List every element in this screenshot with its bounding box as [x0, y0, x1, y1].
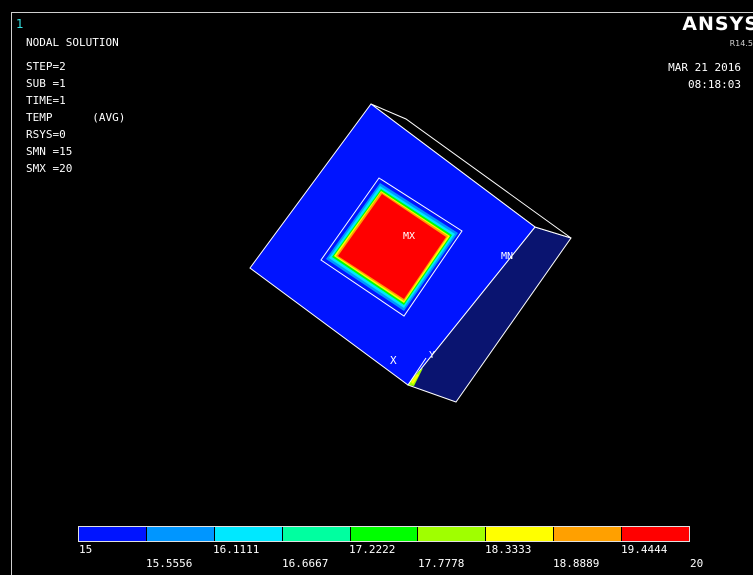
model-viewport[interactable]: MX MN X Y: [0, 0, 753, 575]
legend-tick-label: 19.4444: [621, 543, 668, 556]
legend-tick-label: 20: [690, 557, 704, 570]
legend-color-band-9: [622, 527, 690, 541]
legend-color-band-8: [554, 527, 623, 541]
legend-color-band-6: [418, 527, 487, 541]
legend-color-band-3: [214, 527, 283, 541]
contour-legend-bar: [78, 526, 690, 542]
legend-color-band-5: [350, 527, 419, 541]
legend-tick-label: 17.2222: [349, 543, 396, 556]
legend-tick-label: 15: [79, 543, 93, 556]
legend-tick-label: 15.5556: [146, 557, 193, 570]
legend-color-band-2: [146, 527, 215, 541]
min-marker-label: MN: [501, 251, 513, 262]
triad-y-label: Y: [429, 350, 435, 361]
legend-color-band-1: [79, 527, 147, 541]
legend-tick-label: 18.8889: [553, 557, 600, 570]
triad-x-label: X: [390, 354, 397, 367]
legend-color-band-4: [282, 527, 351, 541]
legend-tick-label: 17.7778: [418, 557, 465, 570]
legend-color-band-7: [486, 527, 555, 541]
max-marker-label: MX: [403, 231, 415, 242]
legend-tick-label: 18.3333: [485, 543, 532, 556]
legend-tick-label: 16.1111: [213, 543, 260, 556]
legend-tick-label: 16.6667: [282, 557, 329, 570]
